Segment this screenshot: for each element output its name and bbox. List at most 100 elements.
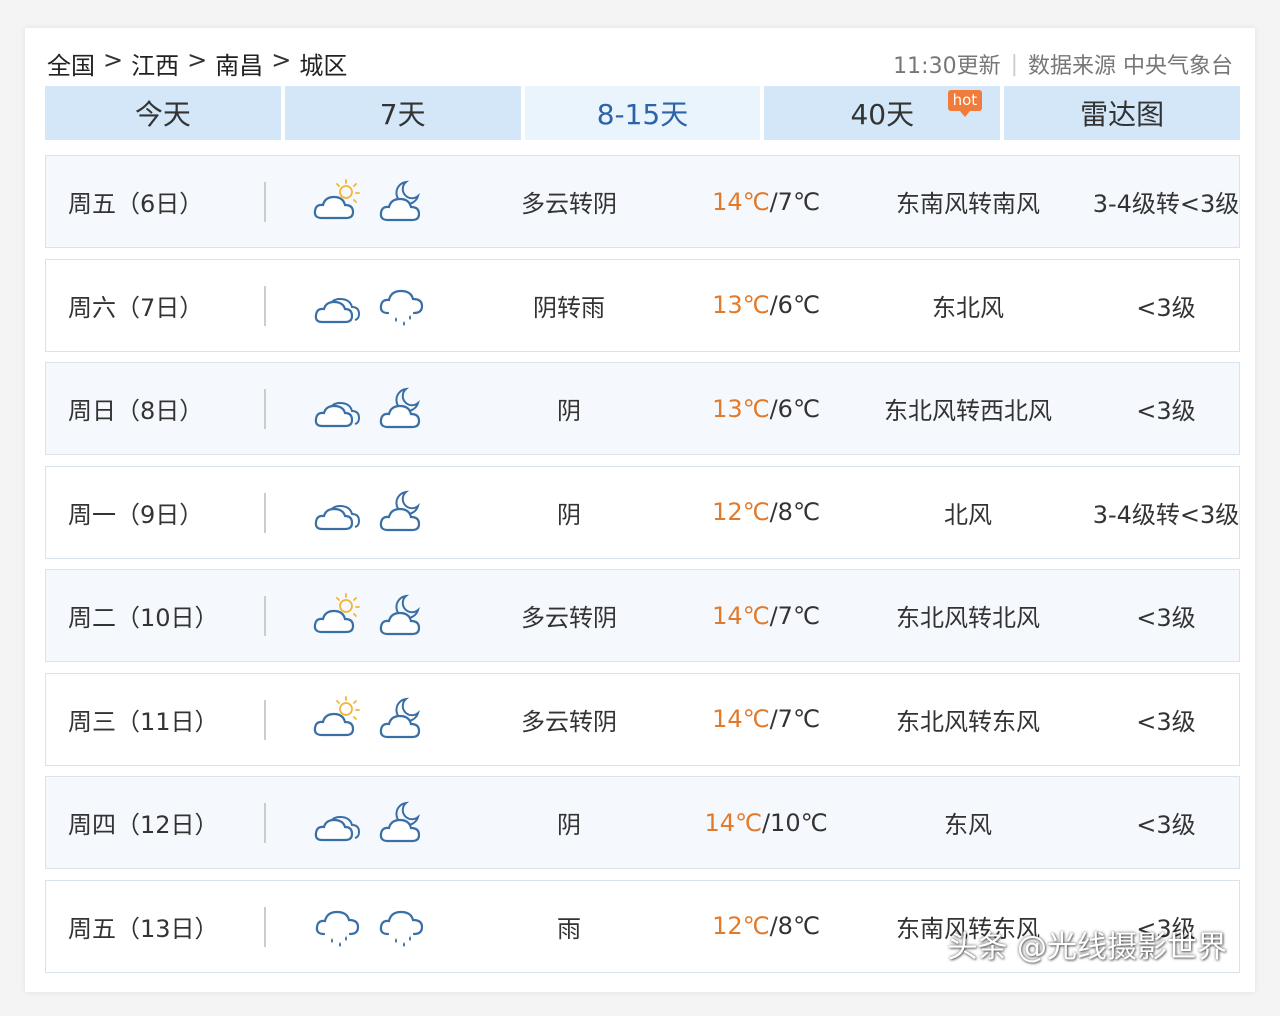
partly-cloudy-day-icon (312, 693, 364, 745)
forecast-row: 周一（9日） 阴 12℃/8℃ 北风 3-4级转<3级 (45, 465, 1240, 559)
low-temp: 10℃ (770, 808, 828, 837)
weather-description: 多云转阴 (521, 190, 617, 218)
partly-cloudy-day-icon (312, 590, 364, 642)
breadcrumb-district: 城区 (299, 52, 348, 80)
temperature: 14℃/7℃ (686, 674, 846, 765)
temp-separator: / (769, 394, 778, 423)
forecast-row: 周二（10日） 多云转阴 14℃/7℃ 东北风转北风 <3级 (45, 569, 1240, 662)
rain-icon (312, 900, 364, 952)
temperature: 12℃/8℃ (686, 467, 846, 558)
temp-separator: / (769, 912, 778, 940)
tab-label: 8-15天 (596, 98, 689, 131)
row-divider (264, 803, 266, 843)
day-label: 周五（13日） (68, 914, 219, 943)
temperature: 14℃/7℃ (686, 156, 846, 247)
tab-label: 今天 (134, 98, 191, 131)
weather-icons (312, 467, 442, 558)
row-divider (264, 906, 266, 947)
tab-40-days[interactable]: 40天 hot (764, 86, 1001, 140)
breadcrumb-separator: > (271, 46, 292, 74)
breadcrumb-separator: > (103, 46, 124, 74)
wind-level: <3级 (1136, 811, 1196, 839)
wind-direction: 东北风转北风 (896, 604, 1040, 632)
watermark: 头条 @光线摄影世界 (947, 930, 1227, 965)
weather-description: 阴 (557, 811, 581, 839)
low-temp: 7℃ (777, 705, 820, 733)
low-temp: 6℃ (777, 394, 820, 423)
temp-separator: / (769, 601, 778, 630)
temp-separator: / (769, 498, 778, 526)
weather-icons (312, 674, 442, 765)
wind-direction: 北风 (944, 500, 992, 529)
partly-cloudy-night-icon (376, 590, 428, 642)
weather-description: 阴转雨 (533, 293, 605, 322)
weather-description: 阴 (557, 500, 581, 529)
wind-level: 3-4级转<3级 (1092, 500, 1240, 529)
breadcrumb-country[interactable]: 全国 (47, 46, 95, 81)
tab-today[interactable]: 今天 (45, 86, 281, 140)
low-temp: 8℃ (777, 912, 820, 940)
low-temp: 7℃ (777, 187, 820, 216)
day-label: 周三（11日） (68, 707, 219, 736)
high-temp: 14℃ (712, 601, 770, 630)
low-temp: 7℃ (777, 601, 820, 630)
high-temp: 13℃ (712, 394, 770, 423)
rain-icon (376, 900, 428, 952)
weather-icons (312, 570, 442, 661)
wind-level: <3级 (1136, 293, 1196, 322)
row-divider (264, 596, 266, 636)
high-temp: 12℃ (712, 912, 770, 940)
breadcrumb-province[interactable]: 江西 (131, 46, 179, 81)
tab-7-days[interactable]: 7天 (284, 86, 521, 140)
weather-icons (312, 881, 442, 972)
high-temp: 12℃ (712, 498, 770, 526)
row-divider (264, 285, 266, 326)
row-divider (264, 389, 266, 429)
weather-icons (312, 156, 442, 247)
high-temp: 13℃ (712, 291, 770, 319)
breadcrumb-city[interactable]: 南昌 (215, 46, 263, 81)
high-temp: 14℃ (712, 187, 770, 216)
temp-separator: / (769, 187, 778, 216)
weather-description: 多云转阴 (521, 707, 617, 736)
wind-direction: 东风 (944, 811, 992, 839)
partly-cloudy-night-icon (376, 797, 428, 849)
forecast-row: 周六（7日） 阴转雨 13℃/6℃ 东北风 <3级 (45, 258, 1240, 352)
forecast-tabs: 今天 7天 8-15天 40天 hot 雷达图 (45, 86, 1240, 140)
low-temp: 6℃ (777, 291, 820, 319)
partly-cloudy-night-icon (376, 176, 428, 228)
breadcrumb: 全国 > 江西 > 南昌 > 城区 (47, 46, 347, 81)
data-source: 数据来源 中央气象台 (1028, 54, 1233, 79)
temp-separator: / (761, 808, 771, 837)
day-label: 周日（8日） (68, 397, 204, 425)
temperature: 13℃/6℃ (686, 260, 846, 351)
day-label: 周一（9日） (68, 500, 204, 529)
temperature: 13℃/6℃ (686, 363, 846, 454)
partly-cloudy-night-icon (376, 383, 428, 435)
tab-8-15-days[interactable]: 8-15天 (524, 86, 761, 140)
hot-badge: hot (947, 90, 983, 117)
cloudy-icon (312, 486, 364, 538)
tab-label: 雷达图 (1080, 98, 1165, 131)
cloudy-icon (312, 279, 364, 331)
weather-icons (312, 777, 442, 868)
day-label: 周二（10日） (68, 604, 219, 632)
forecast-card: 全国 > 江西 > 南昌 > 城区 11:30更新 | 数据来源 中央气象台 今… (25, 28, 1255, 992)
row-divider (264, 492, 266, 533)
tab-label: 40天 (850, 98, 915, 131)
forecast-row: 周四（12日） 阴 14℃/10℃ 东风 <3级 (45, 776, 1240, 869)
wind-direction: 东北风转西北风 (884, 397, 1052, 425)
partly-cloudy-night-icon (376, 693, 428, 745)
temperature: 12℃/8℃ (686, 881, 846, 972)
low-temp: 8℃ (777, 498, 820, 526)
tab-radar[interactable]: 雷达图 (1004, 86, 1240, 140)
meta-divider: | (1010, 51, 1018, 77)
weather-description: 阴 (557, 397, 581, 425)
temperature: 14℃/7℃ (686, 570, 846, 661)
update-time: 11:30更新 (893, 54, 1001, 79)
forecast-row: 周日（8日） 阴 13℃/6℃ 东北风转西北风 <3级 (45, 362, 1240, 455)
temp-separator: / (769, 705, 778, 733)
partly-cloudy-day-icon (312, 176, 364, 228)
wind-direction: 东北风 (932, 293, 1004, 322)
high-temp: 14℃ (704, 808, 762, 837)
